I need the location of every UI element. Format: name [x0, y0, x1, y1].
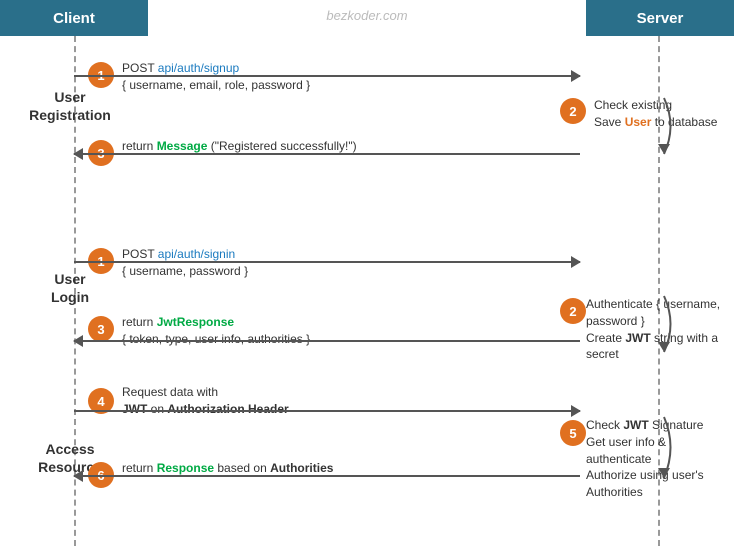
step-circle-login-3: 3: [88, 316, 114, 342]
watermark: bezkoder.com: [326, 8, 407, 23]
arrow-reg-3: [74, 153, 580, 155]
section-access-resource: AccessResource: [0, 440, 140, 476]
curved-arrow-login-server: [649, 294, 679, 354]
arrow-login-1: [74, 261, 580, 263]
arrow-login-3: [74, 340, 580, 342]
curved-arrow-access-server: [649, 415, 679, 480]
client-header: Client: [0, 0, 148, 36]
arrow-access-4: [74, 410, 580, 412]
msg-login-step3: return JwtResponse { token, type, user i…: [122, 314, 310, 348]
server-header: Server: [586, 0, 734, 36]
arrow-access-6: [74, 475, 580, 477]
step-circle-access-5: 5: [560, 420, 586, 446]
curved-arrow-reg-server: [649, 96, 679, 156]
msg-access-step4: Request data with JWT on Authorization H…: [122, 384, 289, 418]
step-circle-reg-2: 2: [560, 98, 586, 124]
section-user-registration: UserRegistration: [0, 88, 140, 124]
section-user-login: UserLogin: [0, 270, 140, 306]
arrow-reg-1: [74, 75, 580, 77]
diagram-container: bezkoder.com Client Server UserRegistrat…: [0, 0, 734, 546]
step-circle-login-2: 2: [560, 298, 586, 324]
